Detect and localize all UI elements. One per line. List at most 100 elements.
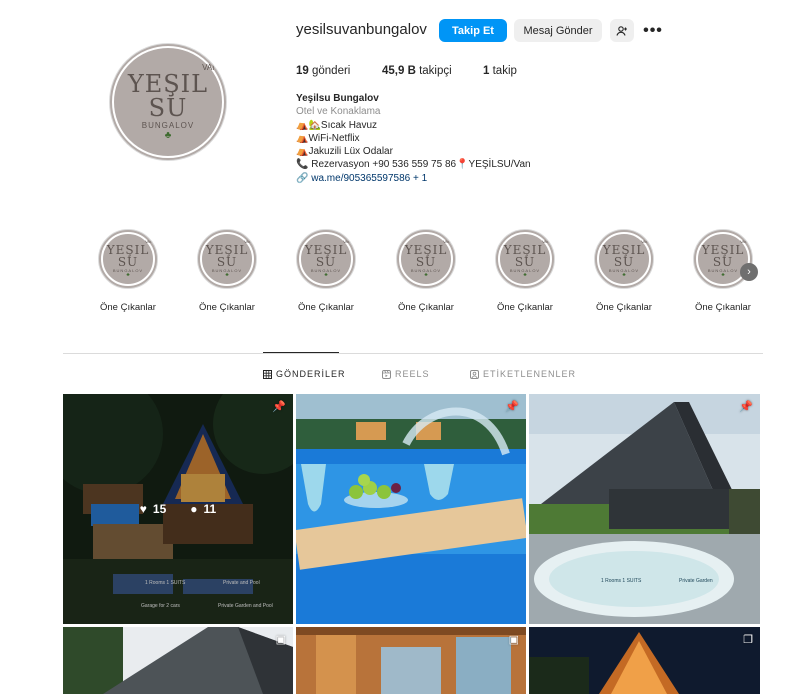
link-icon: 🔗 [296,172,309,184]
bio-rooms-text: Jakuzili Lüx Odalar [308,146,393,158]
highlight-item[interactable]: VAN YEŞIL SU BUNGALOV ♣ Öne Çıkanlar [493,229,557,313]
highlight-cover[interactable]: VAN YEŞIL SU BUNGALOV ♣ [197,229,257,289]
palm-icon: ♣ [424,272,428,278]
highlight-label: Öne Çıkanlar [398,302,454,313]
highlight-label: Öne Çıkanlar [298,302,354,313]
tab-posts-label: GÖNDERİLER [276,369,346,379]
pin-emoji-icon: 📍 [456,159,469,171]
profile-avatar[interactable]: VAN YEŞIL SU BUNGALOV ♣ [109,43,227,161]
highlight-item[interactable]: VAN YEŞIL SU BUNGALOV ♣ Öne Çıkanlar [96,229,160,313]
palm-icon: ♣ [622,272,626,278]
post-image [529,627,760,694]
post-hover-overlay: ♥ 15 ● 11 [63,394,293,624]
bio-link-text[interactable]: wa.me/905365597586 + 1 [311,173,427,184]
message-button[interactable]: Mesaj Gönder [514,19,602,42]
logo-main-text: YEŞIL SU [304,243,348,269]
highlight-label: Öne Çıkanlar [596,302,652,313]
posts-number: 19 [296,65,309,77]
add-user-button[interactable] [610,19,634,42]
bio-line-wifi: ⛺WiFi-Netflix [296,132,531,145]
posts-count: 19 gönderi [296,65,350,77]
logo-main-text: YEŞIL SU [503,243,547,269]
followers-number: 45,9 B [382,65,416,77]
likes-count: 15 [152,502,167,516]
following-number: 1 [483,65,490,77]
logo-sub-text: BUNGALOV [141,120,195,130]
post-tile[interactable]: ❐ [529,627,760,694]
highlight-label: Öne Çıkanlar [695,302,751,313]
post-image: 1 Rooms 1 SUITS Private Garden [529,394,760,624]
logo-main-text: YEŞIL SU [404,243,448,269]
highlight-item[interactable]: VAN YEŞIL SU BUNGALOV ♣ Öne Çıkanlar [294,229,358,313]
active-tab-indicator [263,352,339,353]
carousel-icon: ❐ [743,634,753,646]
palm-icon: ♣ [126,272,130,278]
pin-icon: 📌 [739,401,753,413]
palm-icon: ♣ [164,129,172,141]
tab-tagged[interactable]: ETİKETLENENLER [470,369,576,379]
more-options-button[interactable]: ••• [641,19,665,42]
post-image [296,394,526,624]
profile-category: Otel ve Konaklama [296,106,381,118]
bio-wifi-text: WiFi-Netflix [308,132,360,144]
post-image [296,627,526,694]
bio-pool-text: Sıcak Havuz [320,119,378,131]
bungalow-emoji-icon: ⛺ [296,132,309,144]
tab-reels[interactable]: REELS [382,369,430,379]
followers-label: takipçi [419,65,452,77]
highlight-cover[interactable]: VAN YEŞIL SU BUNGALOV ♣ [98,229,158,289]
bio-link[interactable]: 🔗 wa.me/905365597586 + 1 [296,172,531,185]
tagged-icon [470,369,479,379]
bio-location-text: YEŞİLSU/Van [468,159,531,171]
post-tile[interactable]: ▣ [296,627,526,694]
highlight-cover[interactable]: VAN YEŞIL SU BUNGALOV ♣ [495,229,555,289]
palm-icon: ♣ [324,272,328,278]
highlight-item[interactable]: VAN YEŞIL SU BUNGALOV ♣ Öne Çıkanlar [592,229,656,313]
tab-tagged-label: ETİKETLENENLER [483,369,577,379]
follow-button[interactable]: Takip Et [439,19,507,42]
palm-icon: ♣ [225,272,229,278]
highlight-item[interactable]: VAN YEŞIL SU BUNGALOV ♣ Öne Çıkanlar [195,229,259,313]
posts-label: gönderi [312,65,351,77]
post-image [63,627,293,694]
highlight-cover[interactable]: VAN YEŞIL SU BUNGALOV ♣ [396,229,456,289]
highlight-cover[interactable]: VAN YEŞIL SU BUNGALOV ♣ [296,229,356,289]
highlight-label: Öne Çıkanlar [100,302,156,313]
following-count[interactable]: 1 takip [483,65,517,77]
profile-bio: Yeşilsu Bungalov Otel ve Konaklama ⛺🏡Sıc… [296,92,531,185]
logo-main-text: YEŞIL SU [205,243,249,269]
pin-icon: 📌 [272,401,286,413]
tabs-divider [63,353,763,354]
chevron-right-icon: › [747,266,751,278]
reel-icon: ▣ [275,634,286,646]
phone-emoji-icon: 📞 [296,159,309,171]
bio-line-pool: ⛺🏡Sıcak Havuz [296,119,531,132]
pin-icon: 📌 [505,401,519,413]
post-tile[interactable]: 1 Rooms 1 SUITS Private Garden 📌 [529,394,760,624]
profile-name: Yeşilsu Bungalov [296,93,379,104]
post-tile[interactable]: 📌 [296,394,526,624]
reel-icon: ▣ [508,634,519,646]
svg-text:Private Garden: Private Garden [679,578,713,584]
post-likes: ♥ 15 [140,502,166,516]
following-label: takip [492,65,517,77]
post-tile[interactable]: 1 Rooms 1 SUITS Private and Pool Garage … [63,394,293,624]
post-tile[interactable]: ▣ [63,627,293,694]
highlight-cover[interactable]: VAN YEŞIL SU BUNGALOV ♣ [594,229,654,289]
tab-posts[interactable]: GÖNDERİLER [263,369,346,379]
highlight-label: Öne Çıkanlar [497,302,553,313]
highlight-item[interactable]: VAN YEŞIL SU BUNGALOV ♣ Öne Çıkanlar [394,229,458,313]
bungalow-emoji-icon: ⛺ [296,146,309,158]
more-icon: ••• [643,21,663,39]
reels-icon [382,369,391,379]
add-user-icon [616,25,627,36]
palm-icon: ♣ [523,272,527,278]
bio-line-rooms: ⛺Jakuzili Lüx Odalar [296,145,531,158]
tab-reels-label: REELS [395,369,430,379]
followers-count[interactable]: 45,9 B takipçi [382,65,452,77]
bio-line-reservation: 📞 Rezervasyon +90 536 559 75 86📍YEŞİLSU/… [296,158,531,171]
highlight-label: Öne Çıkanlar [199,302,255,313]
highlights-next-button[interactable]: › [740,263,758,281]
bungalow-emoji-icon: ⛺🏡 [296,119,321,131]
heart-icon: ♥ [139,502,147,516]
